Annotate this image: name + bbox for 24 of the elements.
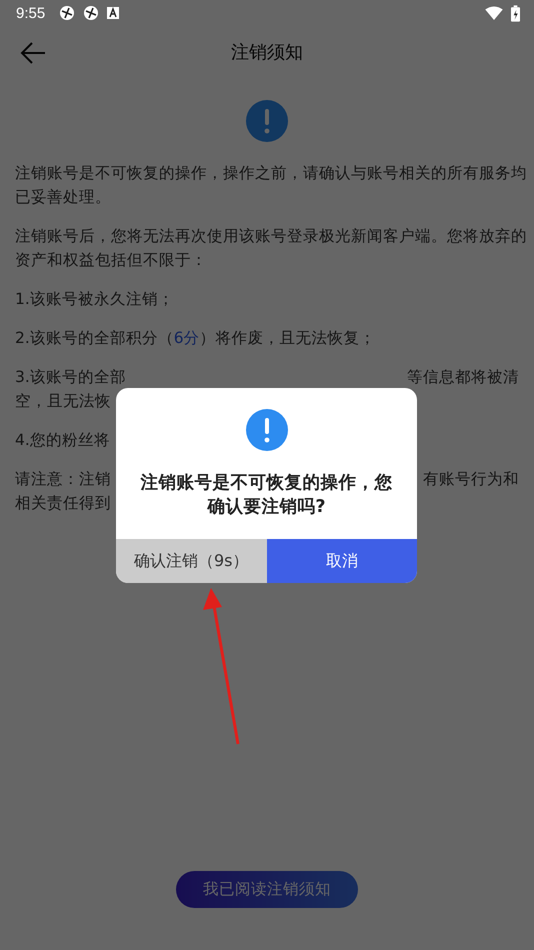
notice-text: 已妥善处理。 [15,187,111,208]
notice-text: 有账号行为和 [423,469,519,490]
notice-text: 相关责任得到 [15,493,111,514]
keyboard-icon [107,7,120,19]
notice-text: 注销账号是不可恢复的操作，操作之前，请确认与账号相关的所有服务均 [15,163,527,184]
notice-text: 请注意：注销 [15,469,111,490]
wifi-icon [485,6,503,20]
page-title: 注销须知 [231,41,303,64]
notice-text: 资产和权益包括但不限于： [15,250,207,271]
back-arrow-icon[interactable] [20,41,46,65]
notice-text: 1.该账号被永久注销； [15,289,174,310]
notice-text: 等信息都将被清 [407,367,519,388]
notice-text: 3.该账号的全部 [15,367,126,388]
exclamation-icon [246,409,288,451]
read-confirm-button[interactable]: 我已阅读注销须知 [176,871,358,908]
notice-text: 注销账号后，您将无法再次使用该账号登录极光新闻客户端。您将放弃的 [15,226,527,247]
dialog-message: 注销账号是不可恢复的操作，您确认要注销吗? [139,472,394,519]
exclamation-icon [246,100,288,142]
status-time: 9:55 [16,4,46,22]
notice-text: 空，且无法恢 [15,391,111,412]
notice-text: 2.该账号的全部积分（6分）将作废，且无法恢复； [15,328,376,349]
cancel-button[interactable]: 取消 [266,539,417,583]
battery-icon [511,4,520,22]
notice-text: 4.您的粉丝将 [15,430,110,451]
